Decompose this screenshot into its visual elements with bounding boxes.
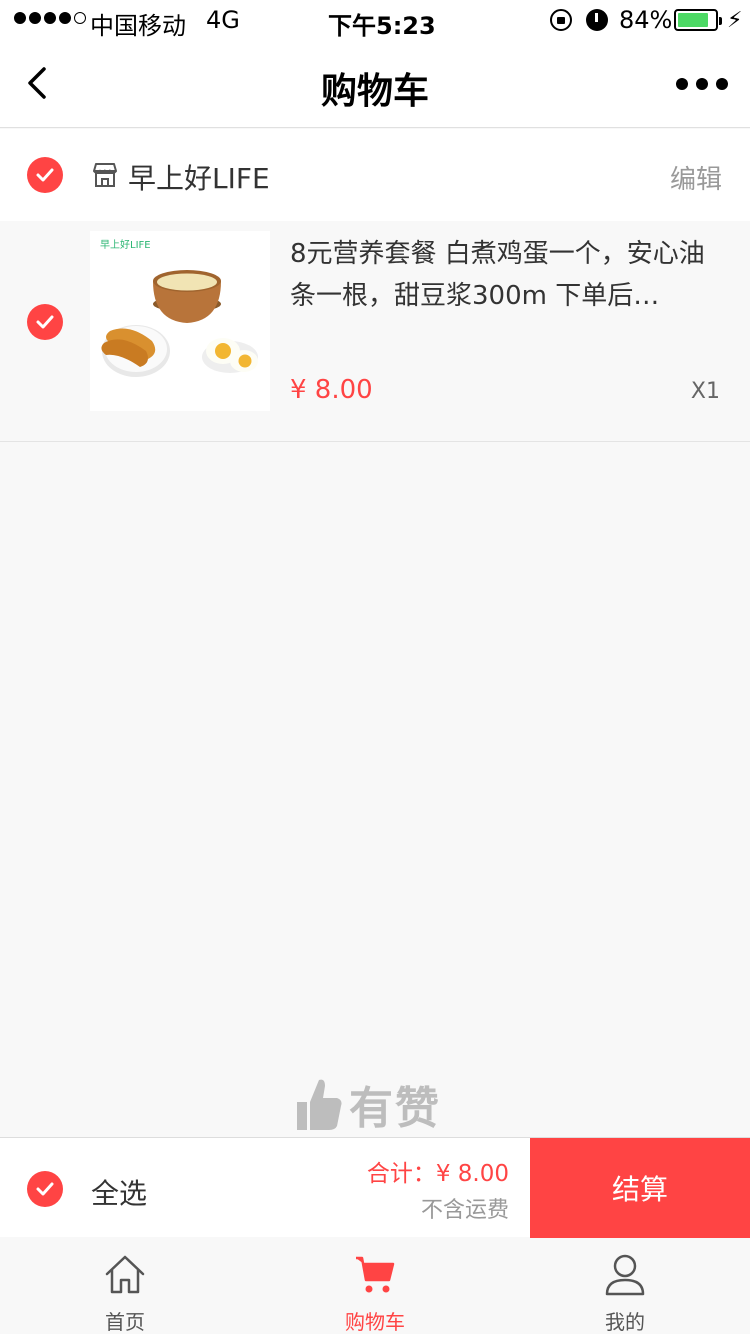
more-dots-icon[interactable]	[676, 78, 728, 90]
status-time: 下午5:23	[328, 12, 436, 40]
signal-strength-icon	[14, 12, 86, 24]
cart-icon	[356, 1256, 395, 1293]
tab-cart-label: 购物车	[345, 1310, 405, 1334]
shipping-note: 不含运费	[420, 1198, 509, 1223]
product-price: ¥ 8.00	[290, 375, 373, 405]
checkout-bar: 全选 合计：¥ 8.00 不含运费 结算	[0, 1137, 750, 1238]
tab-home[interactable]: 首页	[0, 1238, 250, 1334]
network-type: 4G	[206, 6, 240, 34]
alarm-icon	[586, 9, 608, 31]
product-image[interactable]: 早上好LIFE	[90, 231, 270, 411]
select-all-checkbox[interactable]	[27, 1171, 63, 1207]
tab-profile-label: 我的	[605, 1310, 645, 1334]
watermark-text: 有赞	[349, 1083, 441, 1134]
battery-percent: 84%	[619, 6, 673, 34]
tab-profile[interactable]: 我的	[500, 1238, 750, 1334]
checkout-button[interactable]: 结算	[530, 1138, 750, 1238]
shop-checkbox[interactable]	[27, 157, 63, 193]
cart-item[interactable]: 早上好LIFE 8元营养套餐 白煮鸡蛋一个，安心油条一根，甜豆浆300m 下单后	[0, 221, 750, 421]
item-checkbox[interactable]	[27, 304, 63, 340]
thumbs-up-icon	[297, 1079, 342, 1130]
tab-home-label: 首页	[105, 1310, 145, 1334]
battery-icon	[674, 9, 722, 31]
user-icon	[605, 1254, 645, 1296]
product-quantity: X1	[690, 379, 720, 404]
checkmark-icon	[36, 1182, 54, 1196]
divider	[0, 441, 750, 442]
shop-name[interactable]: 早上好LIFE	[128, 157, 270, 197]
product-title[interactable]: 8元营养套餐 白煮鸡蛋一个，安心油条一根，甜豆浆300m 下单后…	[290, 233, 720, 317]
shop-icon	[93, 163, 117, 187]
edit-button[interactable]: 编辑	[670, 159, 722, 196]
rotation-lock-icon	[550, 9, 572, 31]
page-title: 购物车	[320, 71, 429, 112]
tab-bar: 首页 购物车 我的	[0, 1238, 750, 1334]
charging-icon: ⚡	[727, 8, 743, 33]
order-total: 合计：¥ 8.00	[366, 1161, 509, 1187]
status-bar: 中国移动 4G 下午5:23 84% ⚡	[0, 0, 750, 40]
checkmark-icon	[36, 168, 54, 182]
cart-page: 中国移动 4G 下午5:23 84% ⚡ 购物车 早上好LIFE 编辑 早上好L…	[0, 0, 750, 1334]
carrier-name: 中国移动	[90, 12, 186, 40]
tab-cart[interactable]: 购物车	[250, 1238, 500, 1334]
checkmark-icon	[36, 315, 54, 329]
select-all-label[interactable]: 全选	[91, 1172, 147, 1212]
nav-bar: 购物车	[0, 40, 750, 128]
youzan-watermark: 有赞	[295, 1072, 441, 1136]
breakfast-image: 早上好LIFE	[100, 239, 258, 377]
shop-header: 早上好LIFE 编辑	[0, 129, 750, 221]
home-icon	[105, 1255, 145, 1294]
product-image-caption: 早上好LIFE	[100, 239, 151, 251]
